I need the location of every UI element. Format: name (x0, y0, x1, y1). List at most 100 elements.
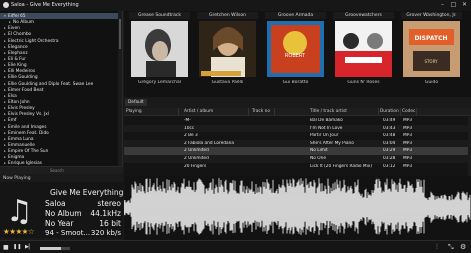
waveform[interactable] (123, 176, 471, 240)
tree-item-label: Elmer Food Beat (8, 87, 44, 93)
row-duration: 03:29 (383, 148, 396, 154)
table-row[interactable]: 20 Fingers Lick It (20 Fingers Radio Mix)… (124, 163, 469, 171)
album-tile[interactable]: Groovewatchers Guns N' Roses (333, 12, 394, 94)
shuffle-icon[interactable]: ⤡ (448, 243, 454, 252)
tree-item-label: Ellie Goulding (8, 75, 38, 81)
album-art-title: DISPATCH (414, 35, 447, 42)
album-tile[interactable]: Grease Soundtrack Grégory Lemarchal (129, 12, 190, 94)
artist-tree: ▾ Eiffel 65 ▸ No Album ▸ Eiven ▸ El Chombo ▸ Elec… (0, 13, 118, 173)
album-artist-caption: Gustavo Paêlli (211, 80, 244, 85)
row-artist: 10cc (184, 125, 195, 131)
album-art-subtitle: STORY (424, 59, 438, 64)
col-duration[interactable]: Duration (380, 109, 399, 114)
rating-stars[interactable]: ★★★★☆ (3, 227, 35, 236)
now-playing-label: Now Playing (3, 176, 31, 181)
col-title[interactable]: Title / track artist (310, 109, 347, 114)
album-art-text-line: ROBERT (285, 53, 306, 59)
tree-item-label: Ellie Goulding and Diplo Feat. Swae Lee (8, 81, 94, 87)
album-cover[interactable] (131, 21, 188, 77)
album-artist-caption: Guns N' Roses (347, 80, 380, 85)
row-title: No One (310, 156, 326, 161)
maximize-button[interactable]: □ (448, 1, 459, 9)
tree-item-label: Emile and Images (8, 124, 47, 130)
row-codec: MP3 (403, 163, 413, 169)
sidebar-scrollbar[interactable] (118, 11, 122, 173)
table-row[interactable]: 2 Fabiola and Loredana She's After My Pia… (124, 139, 469, 148)
np-track: Give Me Everything (50, 188, 124, 197)
row-duration: 03:49 (383, 118, 396, 123)
volume-slider[interactable] (40, 247, 70, 250)
search-input[interactable]: Search (0, 166, 123, 174)
table-row[interactable]: 2 Unlimited No Limit 03:29 MP3 (124, 147, 469, 155)
waveform-path (123, 178, 471, 235)
album-cover[interactable] (335, 21, 392, 77)
row-artist: 20 Fingers (184, 163, 207, 169)
tree-item-label: Eminem Feat. Dido (8, 130, 49, 136)
album-group-header: Groovewatchers (333, 12, 394, 19)
stop-button[interactable]: ■ (3, 243, 9, 252)
title-bar: Saloa - Give Me Everything – □ ✕ (0, 0, 471, 11)
album-cover[interactable]: ROBERT (267, 21, 324, 77)
playlist-header: Playing Artist / album Track no Title / … (124, 108, 471, 116)
np-artist: Saloa (45, 199, 66, 208)
equalizer-icon[interactable]: ⫶ (436, 243, 438, 252)
album-group-header: Gretchen Wilson (197, 12, 258, 19)
album-grid: Grease Soundtrack Grégory Lemarchal Gretch… (124, 11, 471, 97)
tab-default[interactable]: Default (125, 99, 147, 106)
waveform-seekbar[interactable] (123, 176, 471, 240)
album-cover[interactable] (199, 21, 256, 77)
row-codec: MP3 (403, 140, 413, 146)
album-cover[interactable]: DISPATCH STORY (403, 21, 460, 77)
playlist-tabs: Default (124, 98, 471, 106)
settings-icon[interactable]: ⚙ (460, 243, 466, 252)
table-row[interactable]: 2 Unlimited No One 03:28 MP3 (124, 155, 469, 163)
np-genre: 94 - Smoot... (45, 229, 91, 237)
album-artist-caption: Gui Boratto (282, 80, 309, 85)
np-bitrate: 320 kb/s (90, 229, 121, 237)
volume-level (40, 247, 61, 250)
col-trackno[interactable]: Track no (252, 109, 270, 114)
np-year: No Year (45, 219, 74, 228)
row-artist: 2 Fabiola and Loredana (184, 140, 234, 146)
album-tile[interactable]: Groove Armada ROBERT Gui Boratto (265, 12, 326, 94)
minimize-button[interactable]: – (437, 1, 448, 9)
album-tile[interactable]: Gretchen Wilson Gustavo Paêlli (197, 12, 258, 94)
row-duration: 03:12 (383, 163, 396, 169)
row-title: Partir Un Jour (310, 133, 339, 139)
row-title: Bal De Bamako (310, 118, 343, 123)
row-duration: 03:43 (383, 125, 396, 131)
tree-item-label: Elegance (8, 44, 28, 50)
table-row[interactable]: 10cc I'm Not In Love 03:43 MP3 (124, 124, 469, 133)
close-button[interactable]: ✕ (459, 1, 470, 9)
row-codec: MP3 (403, 156, 413, 161)
transport-bar: ■ ❚❚ ▶▏ ⫶ ⤡ ⚙ (0, 240, 471, 253)
library-tree: ▾ Eiffel 65 ▸ No Album ▸ Eiven ▸ El Chombo ▸ Elec… (0, 11, 123, 173)
row-artist: 2 Unlimited (184, 148, 209, 154)
row-duration: 03:04 (383, 140, 396, 146)
album-group-header: Groove Armada (265, 12, 326, 19)
album-group-header: Grease Soundtrack (129, 12, 190, 19)
col-artist[interactable]: Artist / album (184, 109, 213, 114)
music-note-icon: ♫ (6, 194, 33, 229)
row-title: Lick It (20 Fingers Radio Mix) (310, 163, 373, 169)
table-row[interactable]: -M- Bal De Bamako 03:49 MP3 (124, 117, 469, 125)
next-button[interactable]: ▶▏ (25, 243, 33, 252)
row-duration: 03:48 (383, 133, 396, 139)
col-codec[interactable]: Codec (402, 109, 415, 114)
np-bits: 16 bit (99, 219, 121, 228)
row-codec: MP3 (403, 133, 413, 139)
row-title: I'm Not In Love (310, 125, 343, 131)
tree-item-label: El Chombo (8, 32, 32, 38)
row-codec: MP3 (403, 125, 413, 131)
tree-item-label: Emf (8, 118, 17, 124)
row-artist: -M- (184, 118, 191, 123)
search-placeholder: Search (50, 168, 64, 173)
np-samplerate: 44.1kHz (90, 209, 121, 218)
row-codec: MP3 (403, 118, 413, 123)
pause-button[interactable]: ❚❚ (13, 243, 21, 252)
table-row[interactable]: 2 Be 3 Partir Un Jour 03:48 MP3 (124, 132, 469, 140)
np-channels: stereo (97, 199, 121, 208)
col-playing[interactable]: Playing (126, 109, 142, 114)
album-tile[interactable]: Grover Washington, Jr. DISPATCH STORY Guido (401, 12, 462, 94)
row-codec: MP3 (403, 148, 413, 154)
